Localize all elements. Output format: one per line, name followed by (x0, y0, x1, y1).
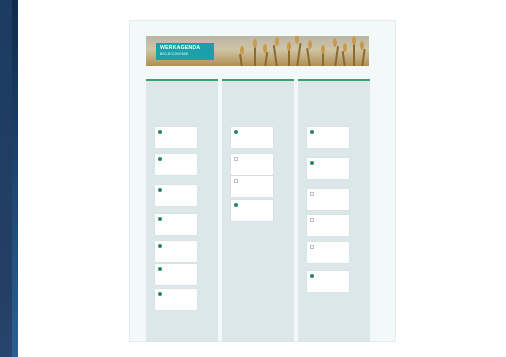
agenda-card (307, 215, 349, 236)
status-dot-icon (310, 274, 314, 278)
wheat-ear (352, 36, 356, 45)
viewer-canvas: WERKAGENDA BIO-ECONOMIE (12, 0, 506, 357)
status-dot-icon (158, 157, 162, 161)
wheat-ear (295, 36, 299, 44)
status-dot-icon (310, 161, 314, 165)
wheat-ear (360, 41, 364, 50)
agenda-card (155, 241, 197, 262)
wheat-stalk (361, 49, 366, 66)
wheat-ear (287, 42, 291, 51)
agenda-column (146, 79, 218, 342)
wheat-ear (343, 43, 347, 52)
status-dot-icon (234, 130, 238, 134)
wheat-ear (308, 40, 312, 49)
header-banner: WERKAGENDA BIO-ECONOMIE (146, 36, 369, 66)
wheat-stalk (272, 45, 278, 66)
status-dot-icon (158, 130, 162, 134)
agenda-card (231, 176, 273, 197)
title-tag: WERKAGENDA BIO-ECONOMIE (156, 43, 214, 60)
checkbox-icon (310, 245, 314, 249)
checkbox-icon (310, 192, 314, 196)
column-accent-bar (298, 79, 370, 81)
wheat-stalk (254, 47, 256, 66)
agenda-card (231, 200, 273, 221)
agenda-card (231, 127, 273, 148)
document-subtitle: BIO-ECONOMIE (160, 52, 189, 56)
agenda-card (155, 289, 197, 310)
checkbox-icon (310, 218, 314, 222)
status-dot-icon (310, 130, 314, 134)
wheat-ear (253, 39, 257, 48)
status-dot-icon (158, 217, 162, 221)
wheat-ear (263, 44, 267, 53)
status-dot-icon (158, 244, 162, 248)
wheat-stalk (322, 53, 324, 66)
status-dot-icon (158, 267, 162, 271)
wheat-stalk (296, 43, 302, 66)
wheat-ear (240, 46, 244, 55)
wheat-stalk (288, 50, 290, 66)
agenda-card (307, 158, 349, 179)
document-title: WERKAGENDA (160, 45, 201, 51)
column-accent-bar (146, 79, 218, 81)
wheat-stalk (341, 51, 346, 66)
wheat-stalk (239, 53, 243, 66)
agenda-card (155, 264, 197, 285)
wheat-stalk (334, 46, 340, 66)
wheat-stalk (306, 48, 311, 66)
wheat-ear (275, 37, 279, 46)
wheat-stalk (353, 44, 355, 66)
agenda-card (155, 154, 197, 175)
agenda-card (307, 242, 349, 263)
status-dot-icon (234, 203, 238, 207)
agenda-column (298, 79, 370, 342)
checkbox-icon (234, 179, 238, 183)
status-dot-icon (158, 292, 162, 296)
agenda-card (307, 189, 349, 210)
agenda-card (155, 214, 197, 235)
agenda-card (231, 154, 273, 175)
agenda-card (155, 127, 197, 148)
agenda-card (155, 185, 197, 206)
wheat-stalk (264, 52, 269, 66)
document-page: WERKAGENDA BIO-ECONOMIE (130, 21, 395, 342)
column-accent-bar (222, 79, 294, 81)
checkbox-icon (234, 157, 238, 161)
agenda-column (222, 79, 294, 342)
wheat-ear (321, 45, 325, 54)
agenda-card (307, 271, 349, 292)
status-dot-icon (158, 188, 162, 192)
agenda-card (307, 127, 349, 148)
wheat-ear (333, 38, 337, 47)
